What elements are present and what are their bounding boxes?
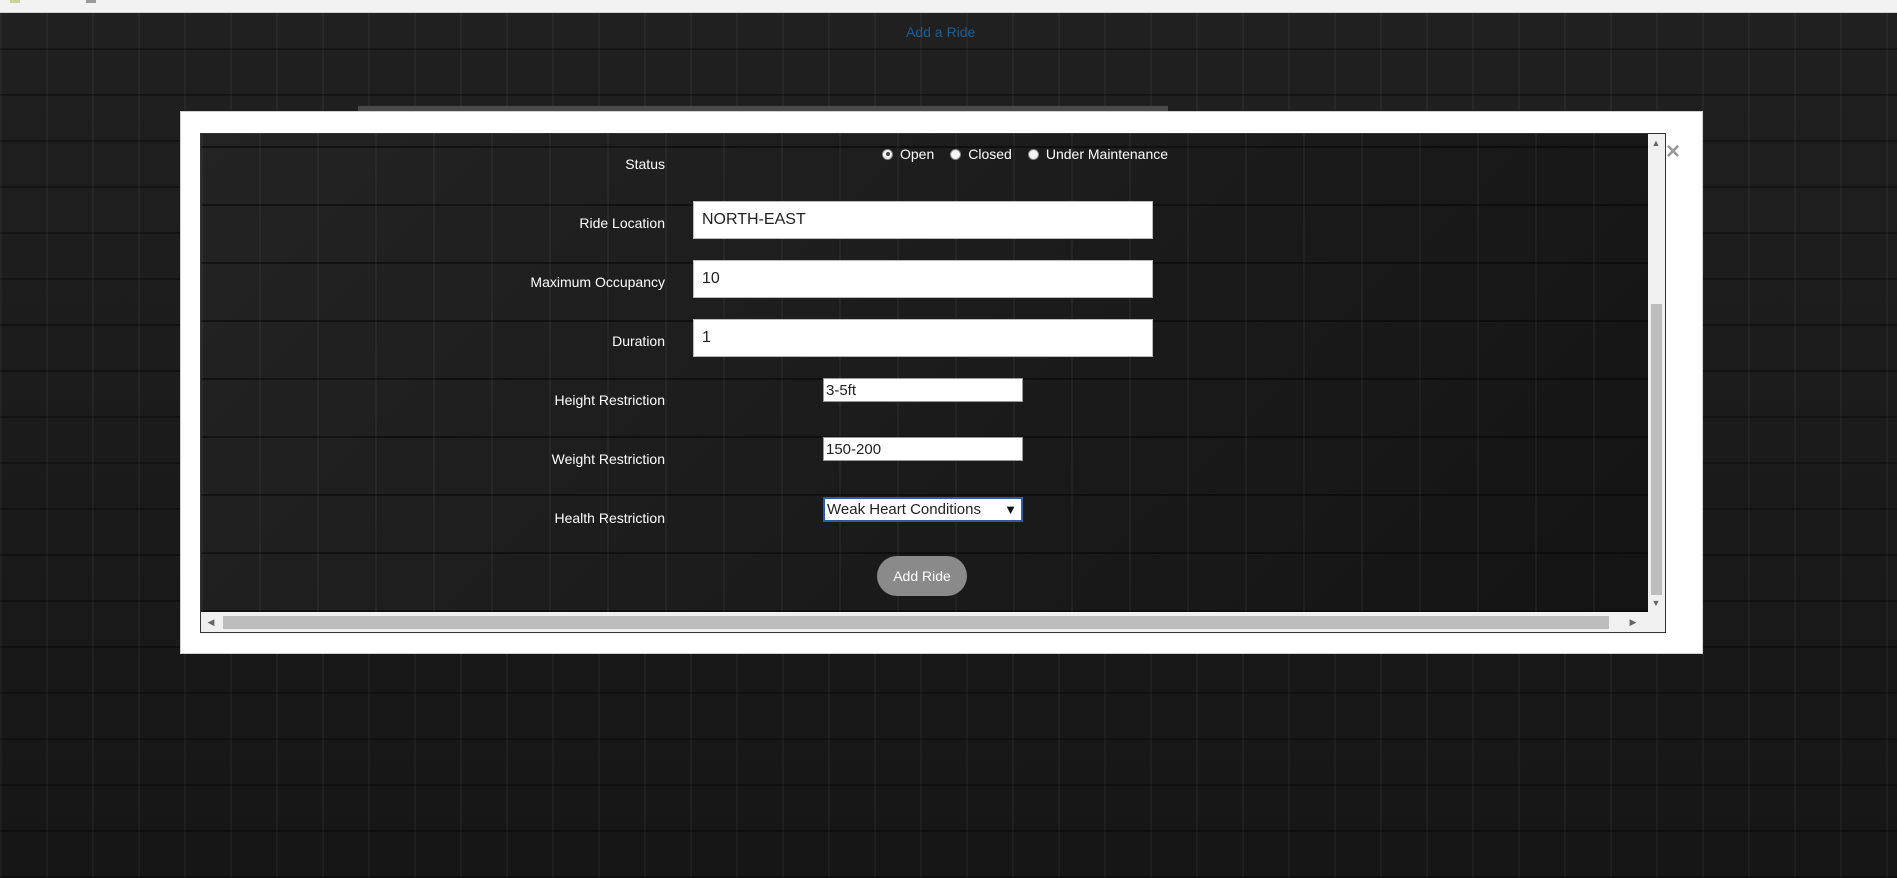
vertical-scroll-thumb[interactable] [1651, 304, 1662, 595]
scroll-up-icon[interactable]: ▲ [1650, 138, 1662, 148]
status-option-open[interactable]: Open [882, 146, 934, 162]
scroll-down-icon[interactable]: ▼ [1650, 598, 1662, 608]
health-restriction-label: Health Restriction [554, 510, 666, 526]
weight-restriction-label: Weight Restriction [551, 451, 665, 467]
ride-location-label: Ride Location [579, 215, 665, 231]
browser-icon-2 [86, 0, 96, 3]
status-option-under-maintenance[interactable]: Under Maintenance [1027, 146, 1169, 162]
browser-icon-1 [10, 0, 20, 3]
status-option-closed[interactable]: Closed [950, 146, 1012, 162]
height-restriction-input[interactable] [823, 378, 1023, 402]
radio-under-maintenance-icon[interactable] [1027, 148, 1039, 160]
height-restriction-label: Height Restriction [554, 392, 666, 408]
browser-toolbar-strip [0, 0, 1897, 13]
scroll-right-icon[interactable]: ▶ [1627, 617, 1639, 627]
scroll-left-icon[interactable]: ◀ [205, 617, 217, 627]
duration-input[interactable] [693, 319, 1153, 357]
status-radio-group: Open Closed Under Maintenance [882, 144, 1184, 164]
radio-closed-label: Closed [968, 146, 1012, 162]
close-icon[interactable]: × [1664, 140, 1682, 164]
radio-open-label: Open [900, 146, 935, 162]
radio-open-icon[interactable] [882, 148, 893, 160]
chevron-down-icon: ▼ [1004, 502, 1017, 517]
weight-restriction-input[interactable] [823, 437, 1023, 461]
ride-location-input[interactable] [693, 201, 1153, 239]
horizontal-scrollbar[interactable]: ◀ ▶ [201, 612, 1648, 632]
vertical-scrollbar[interactable]: ▲ ▼ [1648, 134, 1665, 612]
duration-label: Duration [612, 333, 665, 349]
form-content: Status Open Closed Under Maintenance Rid… [201, 134, 1648, 612]
health-restriction-select[interactable]: Weak Heart Conditions ▼ [823, 497, 1023, 522]
status-label: Status [625, 156, 665, 172]
add-ride-button[interactable]: Add Ride [877, 556, 967, 596]
form-frame: Status Open Closed Under Maintenance Rid… [200, 133, 1666, 633]
radio-closed-icon[interactable] [950, 148, 962, 160]
scrollbar-corner [1648, 612, 1665, 632]
maximum-occupancy-label: Maximum Occupancy [530, 274, 665, 290]
maximum-occupancy-input[interactable] [693, 260, 1153, 298]
radio-under-maintenance-label: Under Maintenance [1045, 146, 1169, 162]
add-ride-link[interactable]: Add a Ride [906, 24, 975, 40]
horizontal-scroll-thumb[interactable] [223, 616, 1609, 629]
health-restriction-selected-value: Weak Heart Conditions [827, 501, 981, 518]
